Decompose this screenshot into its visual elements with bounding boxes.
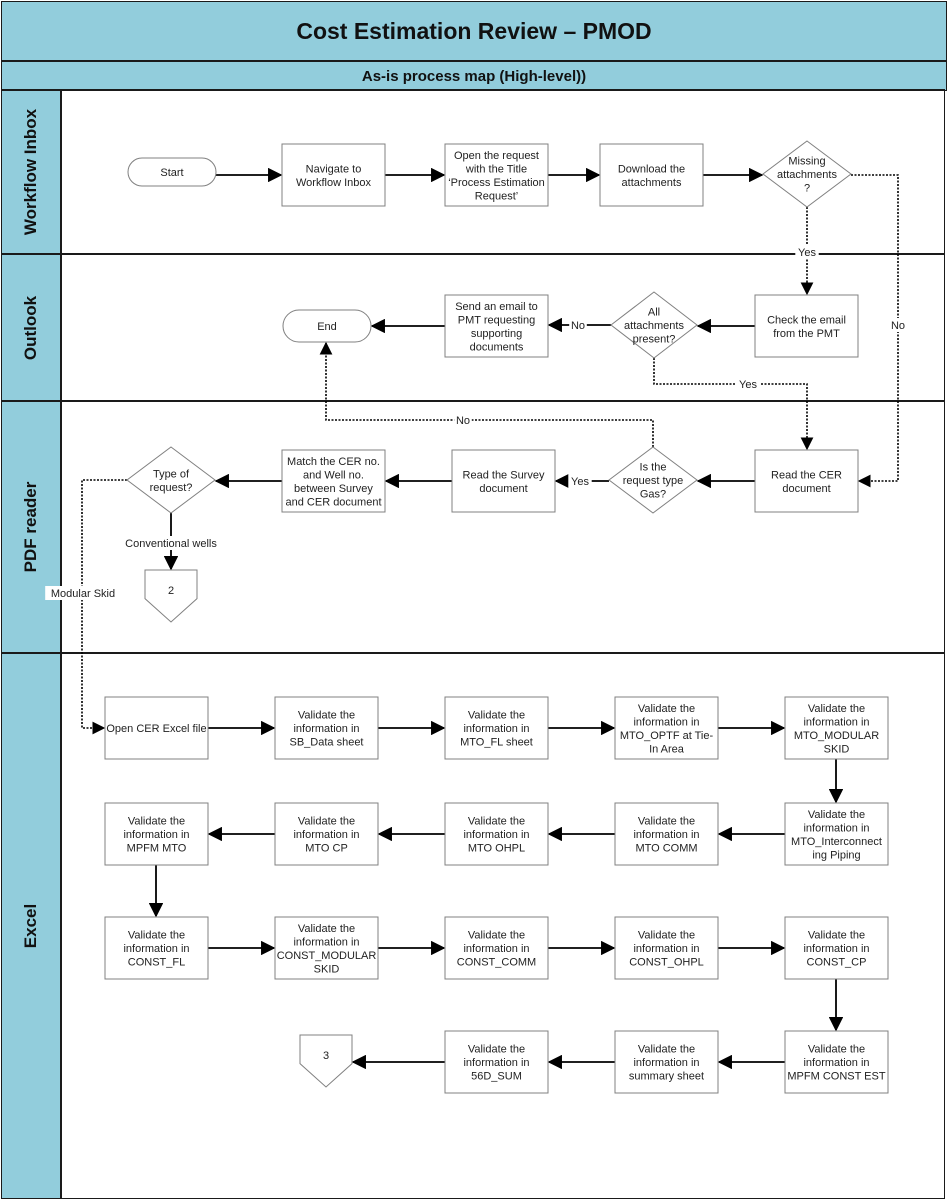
node-open-excel: Open CER Excel file [104, 696, 209, 760]
edge-label: No [891, 320, 905, 332]
flow-diagram: Start Navigate to Workflow Inbox Open the r… [45, 140, 907, 1094]
node-label: End [317, 321, 337, 333]
node-conn2: 2 [144, 569, 198, 623]
node-label: Validate the information in CONST_COMM [457, 930, 536, 969]
node-label: Check the email from the PMT [767, 314, 846, 340]
node-end: End [282, 309, 372, 343]
node-download: Download the attachments [599, 143, 704, 207]
node-send-email: Send an email to PMT requesting supporting… [444, 294, 549, 358]
node-label: Validate the information in MTO COMM [633, 816, 699, 855]
node-label: 2 [168, 585, 174, 597]
node-navigate: Navigate to Workflow Inbox [281, 143, 386, 207]
edge-label: Conventional wells [125, 538, 217, 550]
node-label: Validate the information in CONST_FL [123, 930, 189, 969]
node-read-cer: Read the CER document [754, 449, 859, 513]
node-v-56d: Validate the information in 56D_SUM [444, 1030, 549, 1094]
node-label: Open CER Excel file [106, 723, 206, 735]
node-v-sb: Validate the information in SB_Data sheet [274, 696, 379, 760]
node-v-summary: Validate the information in summary sheet [614, 1030, 719, 1094]
edge-label: Yes [798, 247, 816, 259]
edge-type-req-to-open-excel [81, 479, 127, 735]
node-label: Validate the information in CONST_OHPL [629, 930, 704, 969]
node-check-email: Check the email from the PMT [754, 294, 859, 358]
node-v-mto-comm: Validate the information in MTO COMM [614, 802, 719, 866]
node-label: Download the attachments [618, 163, 685, 189]
node-label: Start [160, 167, 183, 179]
node-v-const-comm: Validate the information in CONST_COMM [444, 916, 549, 980]
node-label: Match the CER no. and Well no. between Sur… [286, 456, 382, 509]
node-read-survey: Read the Survey document [451, 449, 556, 513]
node-type-req: Type of request? [126, 446, 216, 514]
node-v-mto-ohpl: Validate the information in MTO OHPL [444, 802, 549, 866]
node-label: Validate the information in CONST_CP [803, 930, 869, 969]
node-match: Match the CER no. and Well no. between Sur… [281, 449, 386, 513]
edge-label: No [571, 320, 585, 332]
node-all-present: All attachments present? [610, 291, 698, 359]
node-label: Type of request? [150, 468, 193, 494]
node-start: Start [127, 157, 217, 187]
node-v-mto-fl: Validate the information in MTO_FL sheet [444, 696, 549, 760]
edge-label: Yes [739, 379, 757, 391]
node-open-request: Open the request with the Title ‘Process E… [444, 143, 549, 207]
node-label: Validate the information in MTO_FL sheet [460, 710, 533, 749]
edge-is-gas-to-end [319, 341, 654, 447]
node-label: Validate the information in 56D_SUM [463, 1044, 529, 1083]
edge-label: Modular Skid [51, 588, 115, 600]
node-label: Validate the information in SB_Data sheet [290, 710, 364, 749]
node-label: Validate the information in MPFM MTO [123, 816, 189, 855]
edge-label: Yes [571, 476, 589, 488]
node-v-const-fl: Validate the information in CONST_FL [104, 916, 209, 980]
process-map: Cost Estimation Review – PMOD As-is proc… [0, 0, 948, 1200]
node-label: Navigate to Workflow Inbox [296, 163, 371, 189]
node-v-const-mod: Validate the information in CONST_MODULAR S… [274, 916, 379, 980]
node-label: Validate the information in summary sheet [629, 1044, 704, 1083]
node-is-gas: Is the request type Gas? [608, 446, 698, 514]
node-v-mod-skid: Validate the information in MTO_MODULAR SKI… [784, 696, 889, 760]
node-v-mto-cp: Validate the information in MTO CP [274, 802, 379, 866]
node-conn3: 3 [299, 1034, 353, 1088]
node-v-const-cp: Validate the information in CONST_CP [784, 916, 889, 980]
node-missing: Missing attachments? [762, 140, 852, 208]
node-v-mpfm-const: Validate the information in MPFM CONST EST [784, 1030, 889, 1094]
node-label: 3 [323, 1050, 329, 1062]
node-v-const-ohpl: Validate the information in CONST_OHPL [614, 916, 719, 980]
edge-all-present-to-read-cer [653, 358, 814, 451]
edge-label: No [456, 415, 470, 427]
node-v-mpfm-mto: Validate the information in MPFM MTO [104, 802, 209, 866]
node-label: Validate the information in MTO OHPL [463, 816, 529, 855]
node-v-optf: Validate the information in MTO_OPTF at Ti… [614, 696, 719, 760]
node-v-interconn: Validate the information in MTO_Interconne… [784, 802, 889, 866]
